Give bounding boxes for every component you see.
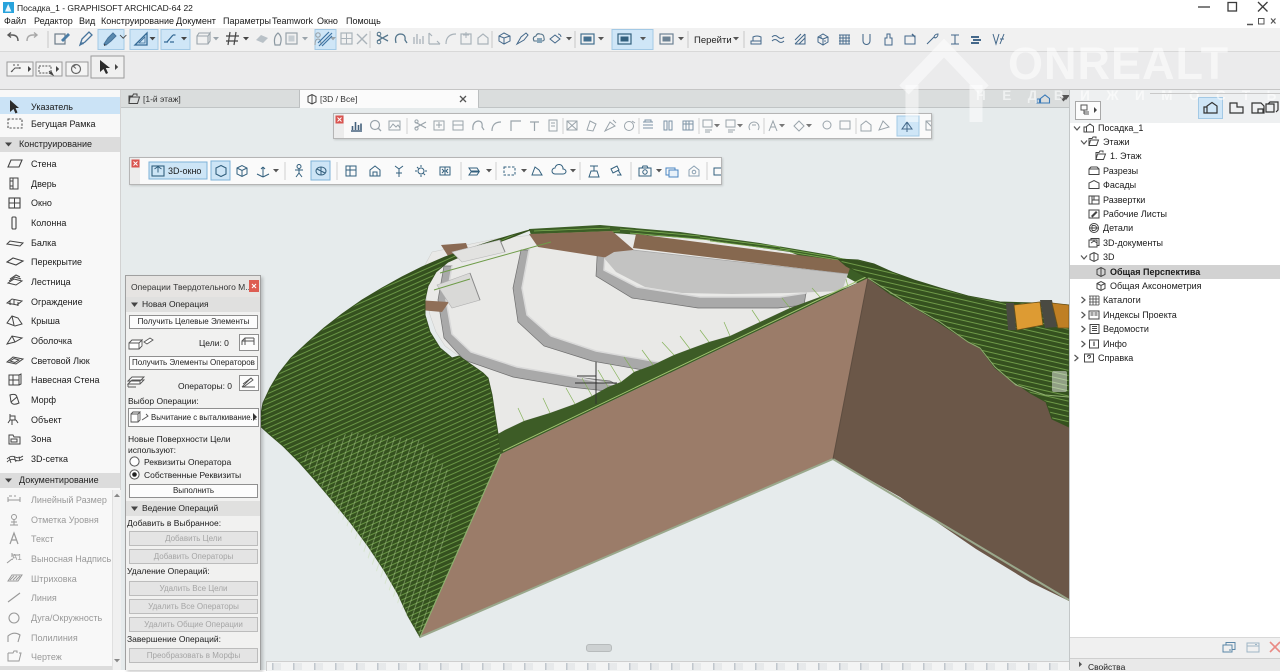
svg-text:Перейти: Перейти xyxy=(694,35,732,46)
svg-text:3D-окно: 3D-окно xyxy=(168,166,201,176)
svg-text:A1: A1 xyxy=(12,553,22,562)
